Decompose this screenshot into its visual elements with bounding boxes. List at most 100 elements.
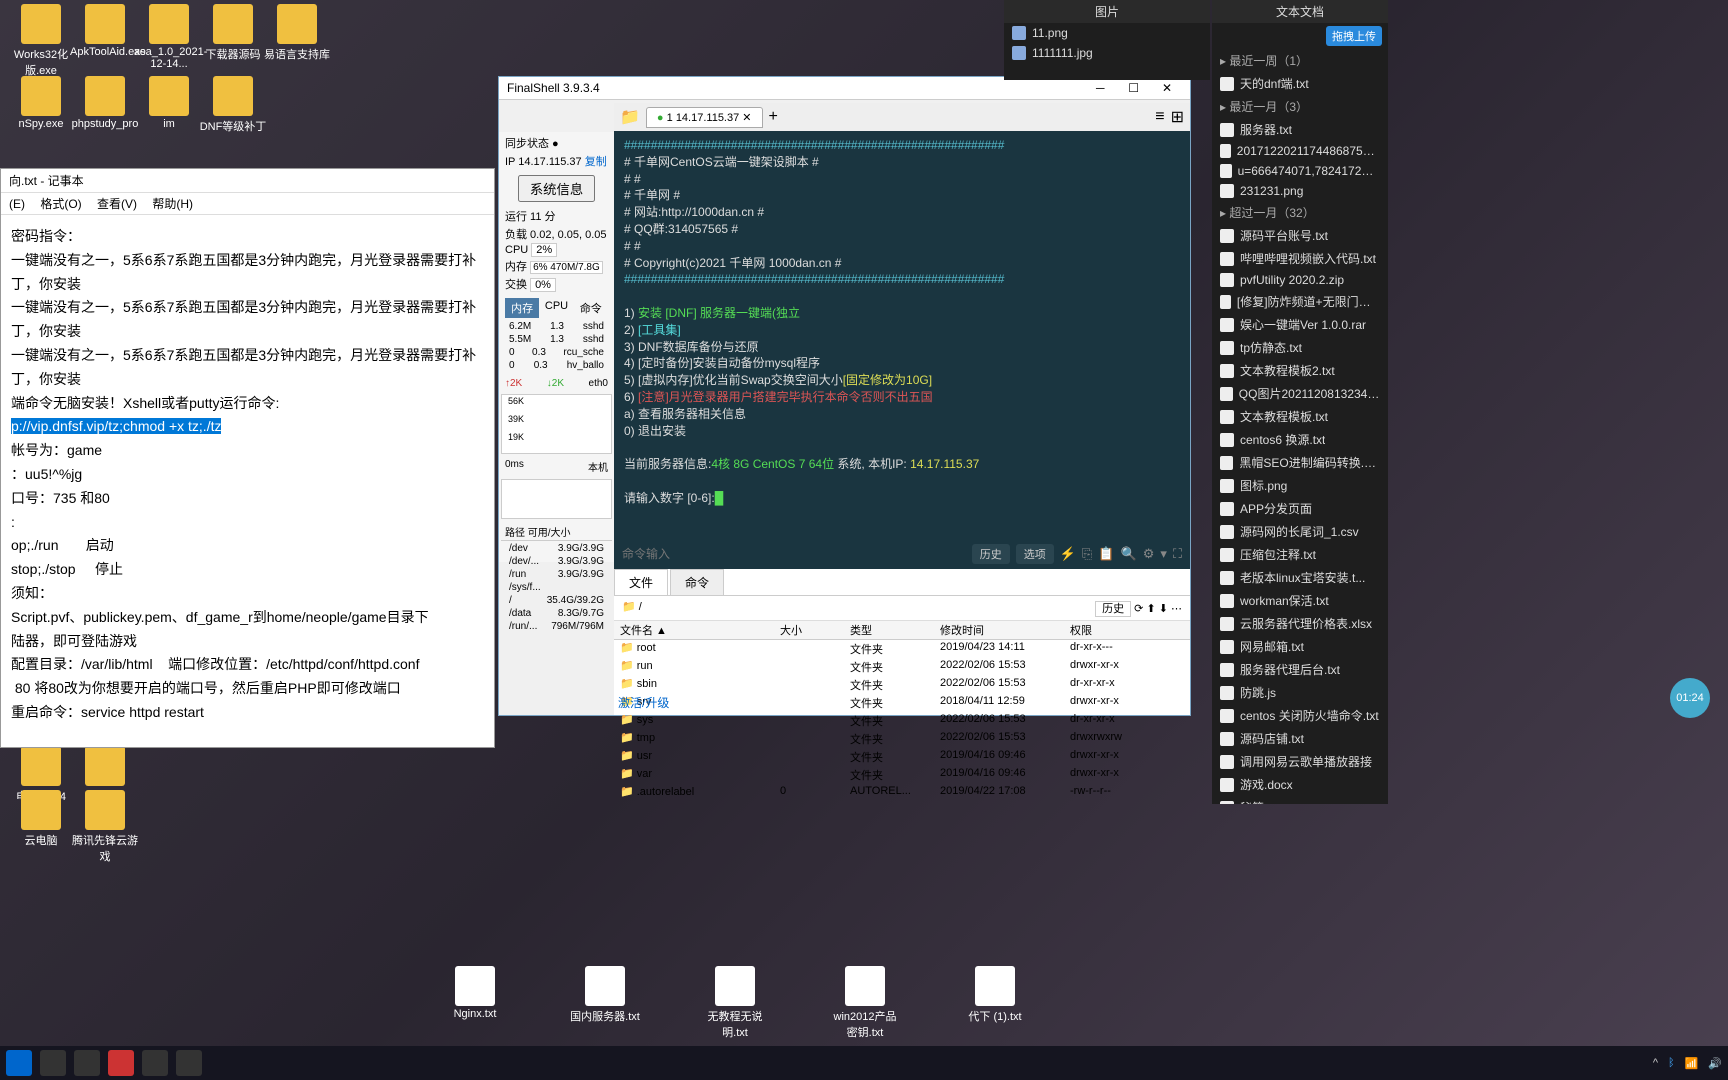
list-item[interactable]: 云服务器代理价格表.xlsx [1212, 612, 1388, 635]
list-item[interactable]: 源码网的长尾词_1.csv [1212, 520, 1388, 543]
list-item[interactable]: 秘籍.txt [1212, 796, 1388, 804]
options-button[interactable]: 选项 [1016, 544, 1054, 564]
fs-row[interactable]: /data8.3G/9.7G [505, 607, 608, 620]
connection-tab[interactable]: ● 1 14.17.115.37 ✕ [646, 107, 763, 128]
notepad-menubar[interactable]: (E) 格式(O) 查看(V) 帮助(H) [1, 193, 494, 215]
desktop-icon[interactable]: 国内服务器.txt [570, 966, 640, 1040]
fullscreen-icon[interactable]: ⛶ [1173, 546, 1182, 562]
fs-row[interactable]: /dev/...3.9G/3.9G [505, 555, 608, 568]
list-item[interactable]: centos6 换源.txt [1212, 428, 1388, 451]
bolt-icon[interactable]: ⚡ [1060, 546, 1076, 562]
section-header[interactable]: ▸ 超过一月（32） [1212, 201, 1388, 224]
desktop-icon[interactable]: win2012产品密钥.txt [830, 966, 900, 1040]
list-item[interactable]: 文本教程模板.txt [1212, 405, 1388, 428]
desktop-icon[interactable]: 代下 (1).txt [960, 966, 1030, 1040]
desktop-icon[interactable]: phpstudy_pro [70, 76, 140, 130]
process-row[interactable]: 6.2M1.3sshd [505, 320, 608, 333]
list-item[interactable]: 源码店铺.txt [1212, 727, 1388, 750]
file-row[interactable]: 📁 sys文件夹2022/02/06 15:53dr-xr-xr-x [614, 712, 1190, 730]
tab-commands[interactable]: 命令 [670, 569, 724, 595]
file-row[interactable]: 📁 .autorelabel0AUTOREL...2019/04/22 17:0… [614, 784, 1190, 799]
minimize-button[interactable]: ─ [1085, 81, 1115, 95]
tab-cpu[interactable]: CPU [539, 298, 573, 318]
copy-link[interactable]: 复制 [585, 156, 607, 168]
desktop-icon[interactable]: nSpy.exe [6, 76, 76, 130]
menu-view[interactable]: 查看(V) [97, 197, 137, 211]
desktop-icon[interactable]: Works32化版.exe [6, 4, 76, 78]
search-icon[interactable]: 🔍 [1121, 546, 1137, 562]
desktop-icon[interactable]: 易语言支持库 [262, 4, 332, 62]
list-item[interactable]: APP分发页面 [1212, 497, 1388, 520]
download-icon[interactable]: ⬇ [1159, 603, 1168, 615]
desktop-icon[interactable]: im [134, 76, 204, 130]
list-item[interactable]: 源码平台账号.txt [1212, 224, 1388, 247]
desktop-icon[interactable]: 腾讯先锋云游戏 [70, 790, 140, 864]
list-item[interactable]: 服务器.txt [1212, 118, 1388, 141]
list-item[interactable]: 天的dnf端.txt [1212, 72, 1388, 95]
more-icon[interactable]: ⋯ [1171, 603, 1182, 615]
taskbar-app[interactable] [142, 1050, 168, 1076]
list-item[interactable]: 文本教程模板2.txt [1212, 359, 1388, 382]
process-row[interactable]: 00.3rcu_sche [505, 346, 608, 359]
refresh-icon[interactable]: ⟳ [1134, 603, 1143, 615]
list-item[interactable]: 黑帽SEO进制编码转换.html [1212, 451, 1388, 474]
file-row[interactable]: 📁 srv文件夹2018/04/11 12:59drwxr-xr-x [614, 694, 1190, 712]
process-row[interactable]: 5.5M1.3sshd [505, 333, 608, 346]
file-row[interactable]: 📁 sbin文件夹2022/02/06 15:53dr-xr-xr-x [614, 676, 1190, 694]
col-type[interactable]: 类型 [850, 622, 940, 638]
list-item[interactable]: u=666474071,782417286&fm=2 [1212, 161, 1388, 181]
taskbar-app[interactable] [108, 1050, 134, 1076]
list-item[interactable]: 11.png [1004, 23, 1210, 43]
taskbar-app[interactable] [74, 1050, 100, 1076]
desktop-icon[interactable]: 无教程无说明.txt [700, 966, 770, 1040]
list-item[interactable]: 服务器代理后台.txt [1212, 658, 1388, 681]
process-row[interactable]: 00.3hv_ballo [505, 359, 608, 372]
list-item[interactable]: 压缩包注释.txt [1212, 543, 1388, 566]
fs-row[interactable]: /dev3.9G/3.9G [505, 542, 608, 555]
section-header[interactable]: ▸ 最近一周（1） [1212, 49, 1388, 72]
history-button[interactable]: 历史 [972, 544, 1010, 564]
fs-row[interactable]: /run/...796M/796M [505, 620, 608, 633]
desktop-icon[interactable]: Nginx.txt [440, 966, 510, 1040]
taskbar-app[interactable] [40, 1050, 66, 1076]
selected-text[interactable]: p://vip.dnfsf.vip/tz;chmod +x tz;./tz [11, 418, 221, 434]
maximize-button[interactable]: ☐ [1119, 81, 1149, 95]
file-row[interactable]: 📁 tmp文件夹2022/02/06 15:53drwxrwxrw [614, 730, 1190, 748]
taskbar-app[interactable] [176, 1050, 202, 1076]
time-widget[interactable]: 01:24 [1670, 678, 1710, 718]
folder-icon[interactable]: 📁 [620, 107, 640, 127]
menu-help[interactable]: 帮助(H) [152, 197, 193, 211]
list-item[interactable]: 网易邮箱.txt [1212, 635, 1388, 658]
desktop-icon[interactable]: ApkToolAid.exe [70, 4, 140, 58]
gear-icon[interactable]: ⚙ [1143, 546, 1155, 562]
fs-row[interactable]: /sys/f... [505, 581, 608, 594]
activate-link[interactable]: 激活/升级 [618, 694, 669, 711]
list-item[interactable]: pvfUtility 2020.2.zip [1212, 270, 1388, 290]
tab-cmd[interactable]: 命令 [574, 298, 608, 318]
volume-icon[interactable]: 🔊 [1708, 1057, 1722, 1070]
file-row[interactable]: 📁 run文件夹2022/02/06 15:53drwxr-xr-x [614, 658, 1190, 676]
list-item[interactable]: 20171220211744868753165370_0 [1212, 141, 1388, 161]
terminal-output[interactable]: ########################################… [614, 131, 1190, 539]
chevron-down-icon[interactable]: ▾ [1160, 546, 1167, 562]
menu-edit[interactable]: (E) [9, 197, 25, 211]
file-row[interactable]: 📁 root文件夹2019/04/23 14:11dr-xr-x--- [614, 640, 1190, 658]
col-name[interactable]: 文件名 ▲ [620, 622, 780, 638]
file-history-button[interactable]: 历史 [1095, 601, 1131, 617]
sysinfo-button[interactable]: 系统信息 [518, 175, 595, 202]
tab-mem[interactable]: 内存 [505, 298, 539, 318]
list-item[interactable]: 防跳.js [1212, 681, 1388, 704]
file-row[interactable]: 📁 usr文件夹2019/04/16 09:46drwxr-xr-x [614, 748, 1190, 766]
close-button[interactable]: ✕ [1152, 81, 1182, 95]
cloud-upload-button[interactable]: 拖拽上传 [1326, 26, 1382, 46]
start-button[interactable] [6, 1050, 32, 1076]
file-row[interactable]: 📁 var文件夹2019/04/16 09:46drwxr-xr-x [614, 766, 1190, 784]
list-item[interactable]: 1111111.jpg [1004, 43, 1210, 63]
fs-row[interactable]: /run3.9G/3.9G [505, 568, 608, 581]
menu-format[interactable]: 格式(O) [40, 197, 81, 211]
network-icon[interactable]: 📶 [1685, 1057, 1699, 1070]
path-display[interactable]: / [639, 601, 642, 613]
tab-list-icon[interactable]: ≡ [1155, 108, 1164, 126]
list-item[interactable]: [修复]防炸频道+无限门票+GM模式 [1212, 290, 1388, 313]
desktop-icon[interactable]: 云电脑 [6, 790, 76, 848]
